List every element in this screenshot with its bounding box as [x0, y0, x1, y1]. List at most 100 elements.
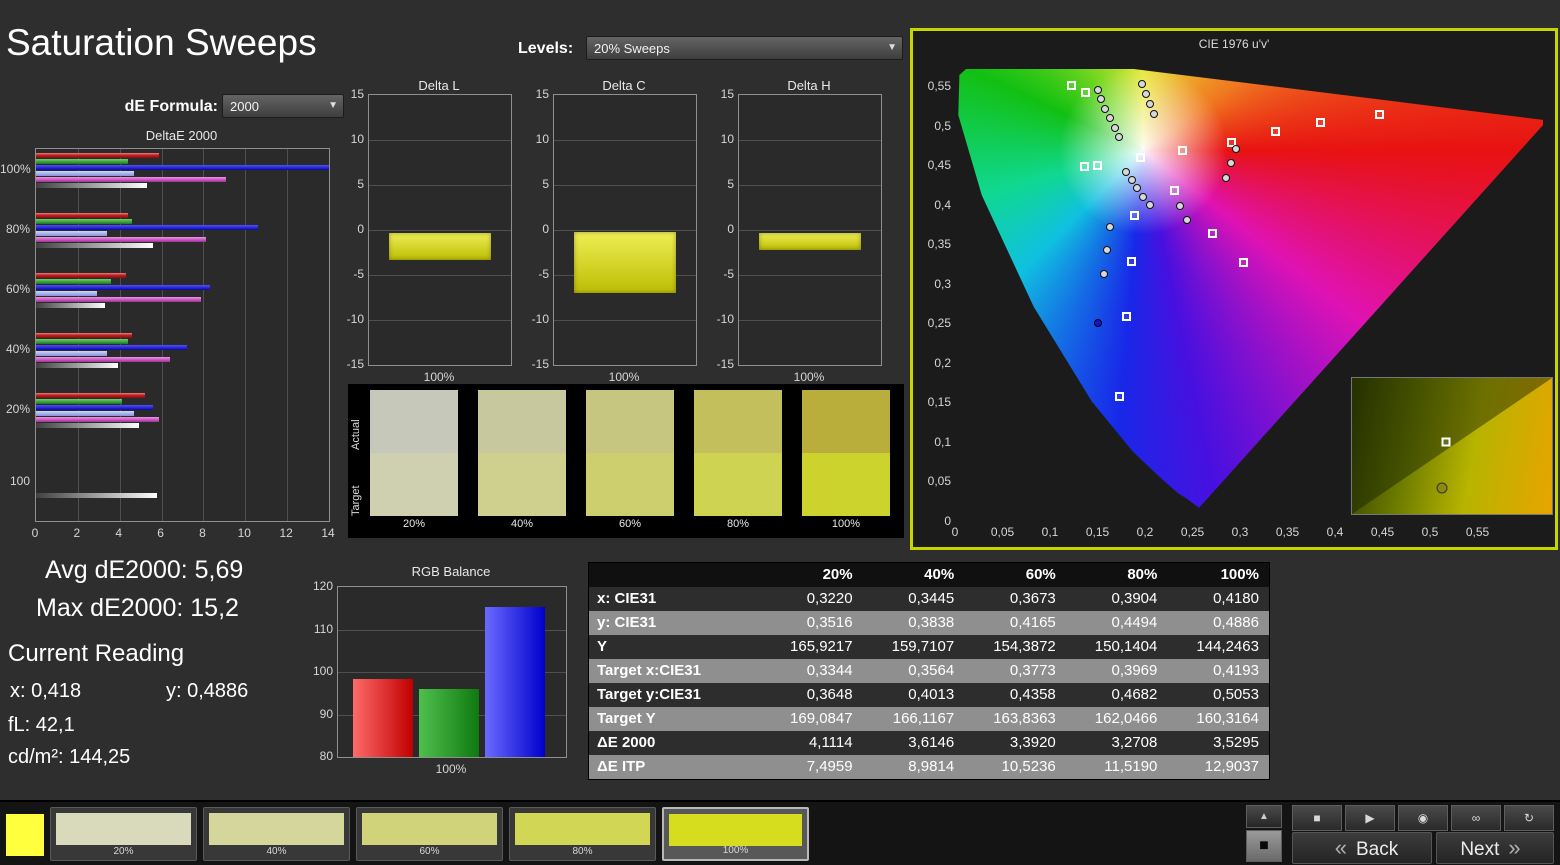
stop-measure-button[interactable]: ■ — [1246, 830, 1282, 862]
rgb-x-axis-label: 100% — [435, 762, 467, 776]
y-group-label: 20% — [5, 402, 30, 416]
table-cell: 0,4013 — [908, 686, 955, 703]
patch-button-80%[interactable]: 80% — [509, 807, 656, 861]
back-button[interactable]: « Back — [1292, 832, 1432, 864]
x-tick-label: 0,4 — [1326, 525, 1344, 539]
deltae-bar — [36, 351, 108, 356]
grid-line — [161, 149, 163, 521]
max-de2000-value: Max dE2000: 15,2 — [36, 594, 239, 622]
table-row-label: Target y:CIE31 — [597, 686, 701, 703]
delta-c-chart: Delta C 15 10 5 0 -5 -10 -15 100% — [525, 78, 700, 388]
chart-title: Delta C — [602, 78, 646, 93]
refresh-button[interactable]: ↻ — [1504, 805, 1554, 831]
chart-title: Delta H — [787, 78, 831, 93]
deltae-bar — [36, 213, 129, 218]
delta-bar — [574, 231, 676, 295]
delta-plot — [738, 94, 882, 366]
y-tick-label: 10 — [535, 132, 549, 146]
de-formula-dropdown[interactable]: 2000 ▼ — [222, 94, 344, 118]
y-tick-label: 0 — [542, 222, 549, 236]
y-tick-label: 0,45 — [927, 158, 951, 173]
table-row-label: Target Y — [597, 710, 656, 727]
next-button[interactable]: Next » — [1436, 832, 1554, 864]
table-cell: 4,1114 — [808, 734, 853, 751]
table-cell: 0,3838 — [908, 614, 955, 631]
deltae-bar — [36, 339, 129, 344]
levels-dropdown[interactable]: 20% Sweeps ▼ — [586, 36, 903, 60]
delta-bar — [389, 232, 491, 262]
saturation-sweeps-screen: Saturation Sweeps dE Formula: 2000 ▼ Lev… — [0, 0, 1560, 865]
loop-button[interactable]: ∞ — [1451, 805, 1501, 831]
data-table: 20% 40% 60% 80% 100% x: CIE31 0,3220 0,3445 0,36… — [588, 562, 1270, 780]
cie-target-marker — [1115, 391, 1125, 401]
cie-target-marker — [1121, 311, 1131, 321]
x-tick-label: 0,35 — [1275, 525, 1300, 539]
y-group-label: 100% — [0, 162, 31, 176]
deltae-x-axis: 0 2 4 6 8 10 12 14 — [0, 526, 340, 542]
cie-title: CIE 1976 u'v' — [1198, 37, 1270, 51]
y-group-label: 40% — [5, 342, 30, 356]
y-tick-label: 10 — [720, 132, 734, 146]
x-tick-label: 0,05 — [990, 525, 1015, 539]
x-axis-label: 100% — [793, 370, 825, 384]
table-row: ΔE 2000 4,1114 3,6146 3,3920 3,2708 3,5295 — [589, 731, 1269, 755]
y-tick-label: -15 — [346, 357, 364, 371]
deltae-bar — [36, 493, 158, 498]
y-tick-label: 5 — [727, 177, 734, 191]
table-cell: 0,3220 — [806, 590, 853, 607]
patch-button-40%[interactable]: 40% — [203, 807, 350, 861]
x-tick-label: 8 — [199, 526, 206, 540]
actual-row-label: Actual — [350, 419, 362, 450]
swatch-label: 60% — [618, 518, 642, 530]
cie-y-axis: 0 0,05 0,1 0,15 0,2 0,25 0,3 0,35 0,4 0,45 0,5 0,55 — [915, 31, 951, 547]
cie-measurement-marker — [1182, 215, 1191, 224]
rgb-bar-green — [419, 689, 479, 757]
y-tick-label: 5 — [542, 177, 549, 191]
table-row: Y 165,9217 159,7107 154,3872 150,1404 144,246… — [589, 635, 1269, 659]
deltae-bar — [36, 393, 145, 398]
deltae-bar — [36, 171, 135, 176]
cie-target-marker — [1238, 258, 1248, 268]
chevron-down-icon: ▼ — [887, 42, 897, 53]
delta-bar — [759, 232, 861, 252]
patch-button-60%[interactable]: 60% — [356, 807, 503, 861]
cie-measurement-marker — [1149, 110, 1158, 119]
stop-button[interactable]: ■ — [1292, 805, 1342, 831]
actual-swatch — [802, 390, 890, 453]
collapse-button[interactable]: ▲ — [1246, 805, 1282, 828]
delta-plot — [553, 94, 697, 366]
grid-line — [739, 230, 881, 231]
table-header-cell: 80% — [1127, 566, 1158, 583]
de-formula-value: 2000 — [230, 99, 259, 114]
x-tick-label: 6 — [157, 526, 164, 540]
deltae-bar — [36, 273, 126, 278]
y-tick-label: 15 — [535, 87, 549, 101]
table-cell: 0,3673 — [1009, 590, 1056, 607]
current-cdm2-value: cd/m²: 144,25 — [8, 746, 131, 768]
patch-button-100%[interactable]: 100% — [662, 807, 809, 861]
table-cell: 150,1404 — [1094, 638, 1158, 655]
cie-measurement-marker — [1105, 222, 1114, 231]
cie-measurement-marker — [1145, 200, 1154, 209]
table-cell: 163,8363 — [993, 710, 1056, 727]
grid-line — [287, 149, 289, 521]
play-button[interactable]: ▶ — [1345, 805, 1395, 831]
rgb-chart-title: RGB Balance — [411, 564, 491, 579]
table-cell: 11,5190 — [1104, 758, 1158, 775]
table-cell: 3,6146 — [908, 734, 955, 751]
deltae-bar — [36, 183, 147, 188]
deltae-bar — [36, 285, 210, 290]
record-button[interactable]: ◉ — [1398, 805, 1448, 831]
grid-line — [739, 275, 881, 276]
table-cell: 162,0466 — [1094, 710, 1158, 727]
cie-target-marker — [1126, 257, 1136, 267]
table-cell: 0,4886 — [1213, 614, 1259, 631]
patch-button-20%[interactable]: 20% — [50, 807, 197, 861]
patch-label: 20% — [113, 846, 134, 857]
deltae-bar — [36, 177, 227, 182]
x-tick-label: 0,45 — [1370, 525, 1395, 539]
table-cell: 0,3564 — [908, 662, 955, 679]
chart-title: Delta L — [418, 78, 460, 93]
deltae-plot — [35, 148, 330, 522]
cie-measurement-marker — [1221, 173, 1230, 182]
